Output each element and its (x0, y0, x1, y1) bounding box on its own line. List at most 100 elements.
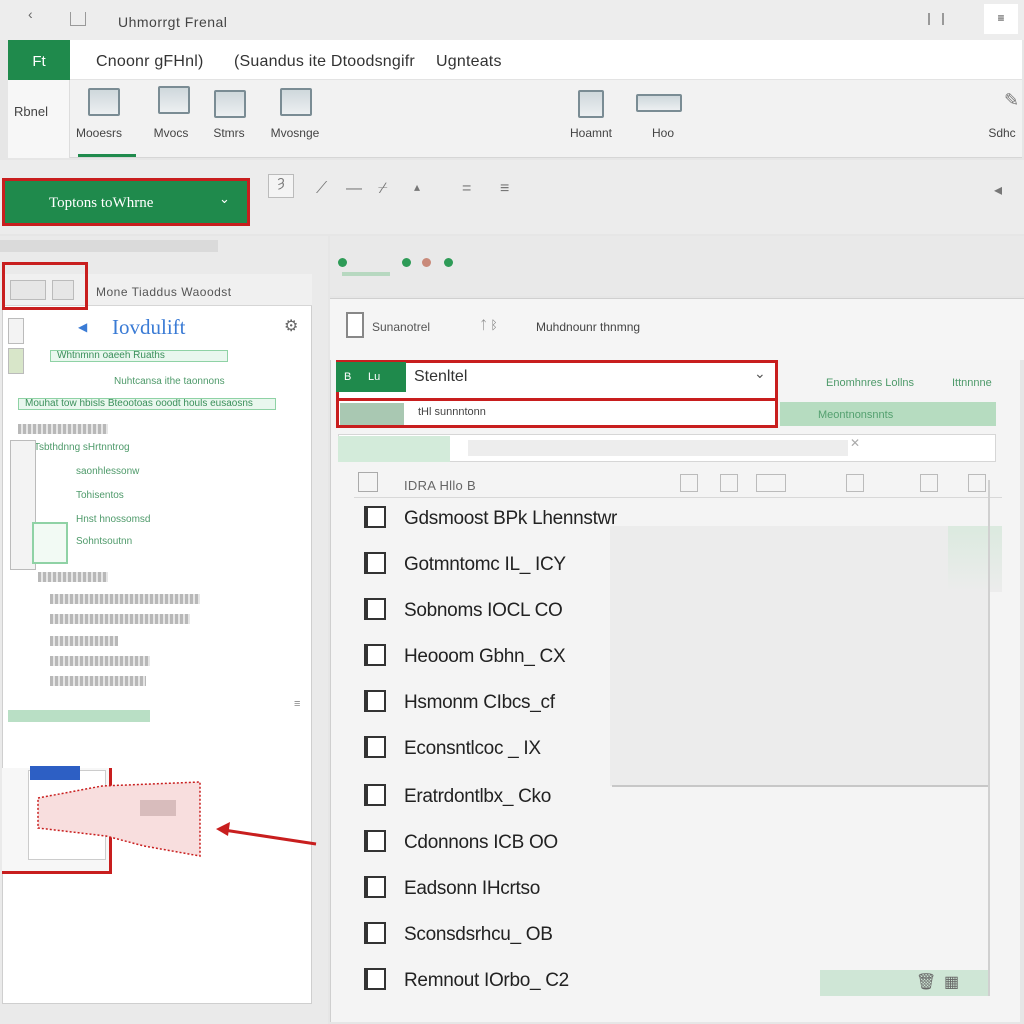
panel-placeholder (50, 676, 146, 686)
ribbon-command-3[interactable]: Stmrs (194, 126, 264, 140)
panel-placeholder (38, 572, 108, 582)
panel-line[interactable]: Nuhtcansa ithe taonnons (114, 376, 225, 387)
clear-icon[interactable]: ✕ (850, 436, 860, 450)
panel-line[interactable]: Hnst hnossomsd (76, 514, 150, 525)
document-icon (346, 312, 364, 338)
ribbon-tab-2[interactable]: (Suandus ite Dtoodsngifr (234, 53, 415, 71)
list-item-label: Remnout IOrbo_ C2 (404, 970, 569, 991)
left-pane-strip (0, 240, 218, 252)
document-icon (364, 598, 386, 620)
org-chart-icon[interactable] (578, 90, 604, 118)
panel-line[interactable]: Tohisentos (76, 490, 124, 501)
list-item-label: Econsntlcoc _ IX (404, 738, 541, 759)
chart-icon[interactable] (214, 90, 246, 118)
table-icon[interactable] (88, 88, 120, 116)
document-icon (364, 690, 386, 712)
column-icon[interactable] (756, 474, 786, 492)
panel-line[interactable]: saonhlessonw (76, 466, 139, 477)
ribbon-command-6[interactable]: Hoo (628, 126, 698, 140)
thumbnail-icon[interactable] (8, 318, 24, 344)
menu-icon[interactable]: ≡ (984, 4, 1018, 34)
column-icon[interactable] (846, 474, 864, 492)
list-item-label: Heooom Gbhn_ CX (404, 646, 566, 667)
align-icon[interactable] (280, 88, 312, 116)
grid-icon[interactable]: ▦ (944, 972, 959, 992)
chevron-down-icon[interactable]: ⌄ (754, 365, 766, 382)
name-box[interactable]: Toptons toWhrne ⌄ (2, 178, 250, 226)
document-icon (364, 552, 386, 574)
column-icon[interactable] (720, 474, 738, 492)
footer-bar (820, 970, 988, 996)
side-link[interactable]: Enomhnres Lollns (826, 377, 914, 389)
window-control-icon[interactable] (928, 13, 944, 25)
filter-swatch (338, 436, 450, 462)
style-dropdown[interactable]: Stenltel (414, 368, 467, 386)
panel-line[interactable]: Sohntsoutnn (76, 536, 132, 547)
side-link[interactable]: Ittnnnne (952, 377, 992, 389)
column-icon[interactable] (968, 474, 986, 492)
preview-tint (948, 526, 1002, 592)
list-header-label: IDRA Hllo B (404, 478, 476, 493)
lines-icon[interactable]: ≡ (500, 180, 509, 198)
preview-header (30, 766, 80, 780)
quick-access-icon[interactable] (70, 12, 86, 26)
list-item-label: Gdsmoost BPk Lhennstwr (404, 508, 618, 529)
select-all-icon[interactable] (358, 472, 378, 492)
thumbnail-icon[interactable] (8, 348, 24, 374)
ribbon-command-1[interactable]: Mooesrs (64, 126, 134, 140)
file-tab[interactable]: Ft (8, 40, 70, 84)
grid-icon[interactable] (158, 86, 190, 114)
arrow-icon (216, 822, 317, 846)
ribbon-command-5[interactable]: Hoamnt (556, 126, 626, 140)
status-dot-icon (422, 258, 431, 267)
selected-thumbnail[interactable] (32, 522, 68, 564)
slash-icon[interactable]: ⌿ (378, 180, 388, 198)
ribbon-command-7[interactable]: Sdhc (980, 126, 1024, 140)
back-icon[interactable]: ‹ (28, 6, 33, 22)
panel-placeholder (50, 594, 200, 604)
dialog-header-title: Muhdnounr thnmng (536, 320, 641, 334)
minus-icon[interactable]: — (346, 180, 362, 198)
ribbon-tab-3[interactable]: Ugnteats (436, 53, 502, 71)
panel-selected-row[interactable] (8, 710, 150, 722)
panel-tabs[interactable]: Mone Tiaddus Waoodst (96, 285, 232, 299)
scrollbar[interactable] (988, 480, 990, 996)
column-icon[interactable] (680, 474, 698, 492)
option-band-label: Meontnonsnnts (818, 409, 894, 421)
ribbon-tab-1[interactable]: Cnoonr gFHnl) (96, 53, 204, 71)
panel-line[interactable]: Whtnmnn oaeeh Ruaths (50, 350, 228, 362)
chip-label: Lu (368, 371, 381, 383)
caret-up-icon[interactable]: ▴ (414, 180, 420, 194)
trash-icon[interactable]: 🗑 (916, 972, 936, 992)
collapse-icon[interactable]: ◂ (994, 180, 1002, 200)
dropdown-option[interactable]: tHl sunnntonn (418, 406, 486, 418)
tool-icon[interactable]: ⟋ (316, 180, 327, 198)
name-box-dropdown-icon[interactable]: ⌄ (219, 191, 230, 207)
panel-highlight-box (2, 262, 88, 310)
ribbon-side-panel (8, 80, 70, 158)
document-icon (364, 644, 386, 666)
pen-icon[interactable]: ✎ (1004, 90, 1019, 111)
panel-line[interactable]: Tsbthdnng sHrtnntrog (34, 442, 130, 453)
scroll-icon[interactable]: ≡ (294, 698, 300, 710)
name-box-label: Toptons toWhrne (49, 195, 154, 211)
list-item-label: Sobnoms IOCL CO (404, 600, 563, 621)
main-toolbar (330, 236, 1024, 296)
ribbon-command-4[interactable]: Mvosnge (260, 126, 330, 140)
panel-placeholder (50, 614, 190, 624)
panel-placeholder (50, 656, 150, 666)
ribbon-side-label: Rbnel (14, 104, 48, 119)
panel-line[interactable]: Mouhat tow hbisls Bteootoas ooodt houls … (18, 398, 276, 410)
settings-icon[interactable]: ⚙ (284, 316, 298, 336)
function-icon[interactable]: Ȝ (268, 174, 294, 198)
list-icon[interactable] (636, 94, 682, 112)
list-item-label: Eadsonn IHcrtso (404, 878, 540, 899)
panel-placeholder (50, 636, 118, 646)
dialog-header (330, 298, 1024, 360)
equals-icon[interactable]: = (462, 180, 471, 198)
triangle-down-icon[interactable]: ◀ (78, 320, 87, 334)
header-glyph-icon: ᛏ ᛒ (480, 318, 498, 332)
document-icon (364, 830, 386, 852)
active-command-indicator (78, 154, 136, 157)
column-icon[interactable] (920, 474, 938, 492)
